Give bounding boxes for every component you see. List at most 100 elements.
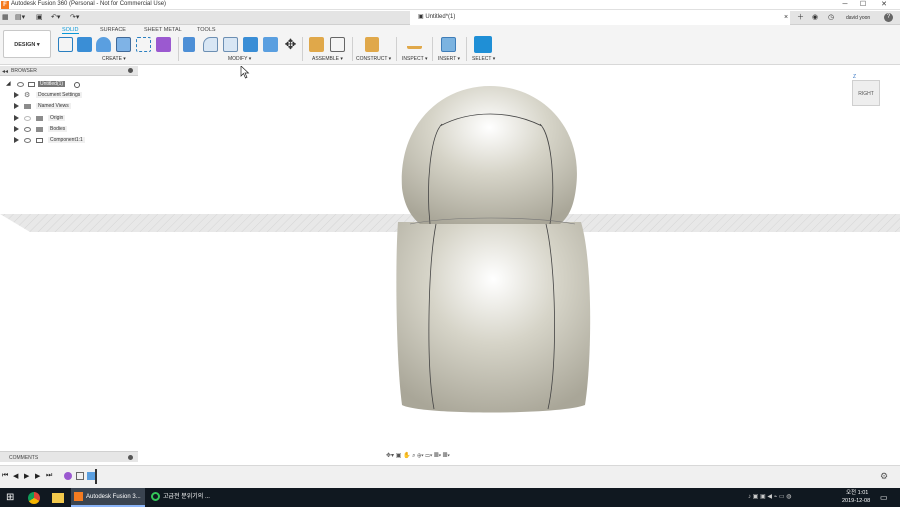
tab-tools[interactable]: TOOLS [197, 27, 216, 33]
select-menu[interactable]: SELECT ▾ [472, 56, 495, 62]
timeline-settings-icon[interactable]: ⚙ [880, 471, 888, 482]
step-back-button[interactable]: ◀ [13, 472, 18, 480]
inspect-menu[interactable]: INSPECT ▾ [402, 56, 427, 62]
timeline-form-icon[interactable] [64, 472, 72, 480]
mouse-cursor [240, 66, 250, 79]
expand-arrow-icon[interactable] [14, 126, 19, 132]
grid-menu-icon[interactable]: ▦ [2, 13, 9, 23]
tab-sheet-metal[interactable]: SHEET METAL [144, 27, 182, 33]
viewcube[interactable]: RIGHT [852, 80, 880, 106]
visibility-icon[interactable] [24, 138, 31, 143]
modify-menu[interactable]: MODIFY ▾ [228, 56, 251, 62]
chamfer-icon[interactable] [223, 37, 238, 52]
move-icon[interactable]: ✥ [283, 37, 298, 52]
measure-icon[interactable] [407, 39, 422, 49]
insert-menu[interactable]: INSERT ▾ [438, 56, 460, 62]
viewport-canvas[interactable] [0, 66, 900, 451]
assemble-menu[interactable]: ASSEMBLE ▾ [312, 56, 343, 62]
browser-pin-icon[interactable] [128, 68, 133, 73]
expand-arrow-icon[interactable] [14, 115, 19, 121]
timeline-feature-icon[interactable] [87, 472, 95, 480]
start-button[interactable]: ⊞ [6, 488, 14, 507]
browser-item-component1[interactable]: Component1:1 [14, 136, 134, 146]
expand-arrow-icon[interactable] [14, 103, 19, 109]
file-explorer-icon[interactable] [52, 493, 64, 503]
extensions-icon[interactable]: ◉ [812, 13, 818, 23]
save-icon[interactable]: ▣ [36, 13, 43, 23]
help-icon[interactable]: ? [884, 13, 893, 22]
taskbar-app-fusion[interactable]: Autodesk Fusion 3... [71, 488, 145, 507]
notification-icon[interactable]: ▭ [880, 488, 888, 507]
offset-plane-icon[interactable] [365, 37, 379, 52]
construct-menu[interactable]: CONSTRUCT ▾ [356, 56, 391, 62]
undo-icon[interactable]: ↶▾ [51, 13, 60, 23]
browser-item-named-views[interactable]: Named Views [14, 102, 134, 112]
go-to-end-button[interactable]: ⏭ [46, 472, 52, 480]
visibility-icon[interactable] [24, 116, 31, 121]
minimize-button[interactable]: ─ [835, 0, 855, 10]
timeline-marker[interactable] [95, 469, 97, 484]
insert-image-icon[interactable] [441, 37, 456, 52]
shell-icon[interactable] [243, 37, 258, 52]
gear-icon: ⚙ [24, 92, 31, 99]
visibility-icon[interactable] [24, 127, 31, 132]
document-tab-bar [410, 11, 790, 25]
visibility-icon[interactable] [17, 82, 24, 87]
windows-taskbar: ⊞ Autodesk Fusion 3... 고급전 분위기의 ... ♪ ▣ … [0, 488, 900, 507]
play-button[interactable]: ▶ [24, 472, 29, 480]
fusion-logo-icon: F [1, 1, 9, 9]
close-button[interactable]: ✕ [874, 0, 894, 10]
expand-arrow-icon[interactable] [14, 137, 19, 143]
comments-add-icon[interactable] [128, 455, 133, 460]
extrude-icon[interactable] [77, 37, 92, 52]
timeline-bar: ⏮ ◀ ▶ ▶ ⏭ ⚙ [0, 465, 900, 488]
joint-icon[interactable] [330, 37, 345, 52]
browser-panel-header: ◂◂ BROWSER [0, 66, 138, 76]
model-body[interactable] [396, 86, 591, 413]
browser-title: BROWSER [11, 68, 37, 74]
press-pull-icon[interactable] [183, 37, 195, 52]
select-icon[interactable] [474, 36, 492, 53]
revolve-icon[interactable] [96, 37, 111, 52]
job-status-icon[interactable]: ◷ [828, 13, 834, 23]
taskbar-app-label: 고급전 분위기의 ... [163, 494, 210, 500]
browser-item-bodies[interactable]: Bodies [14, 125, 134, 135]
create-sketch-icon[interactable] [58, 37, 73, 52]
pattern-icon[interactable] [136, 37, 151, 52]
create-form-icon[interactable] [156, 37, 171, 52]
tab-solid[interactable]: SOLID [62, 27, 79, 34]
chrome-icon[interactable] [28, 492, 40, 504]
hole-icon[interactable] [116, 37, 131, 52]
fillet-icon[interactable] [203, 37, 218, 52]
redo-icon[interactable]: ↷▾ [70, 13, 79, 23]
expand-arrow-icon[interactable] [14, 92, 19, 98]
tab-surface[interactable]: SURFACE [100, 27, 126, 33]
maximize-button[interactable]: ☐ [853, 0, 873, 10]
step-forward-button[interactable]: ▶ [35, 472, 40, 480]
workspace-switcher[interactable]: DESIGN ▾ [3, 30, 51, 58]
fusion-app-icon [74, 491, 83, 501]
tree-label: Document Settings [36, 92, 83, 98]
collapse-icon[interactable]: ◂◂ [2, 68, 8, 75]
navigation-toolbar[interactable]: ✥▾ ▣ ✋ ⌕ ⊕▾ ▭▾ ▦▾ ▦▾ [386, 452, 502, 462]
expand-icon[interactable]: ◢ [6, 80, 11, 87]
activate-icon[interactable] [74, 82, 80, 88]
browser-item-document-settings[interactable]: ⚙ Document Settings [14, 91, 134, 101]
timeline-sketch-icon[interactable] [76, 472, 84, 480]
file-menu-icon[interactable]: ▤▾ [15, 13, 25, 23]
system-tray-icons[interactable]: ♪ ▣ ▣ ◀ ⌁ ▭ ◍ [748, 488, 791, 507]
comments-panel: COMMENTS [0, 451, 138, 462]
new-component-icon[interactable] [309, 37, 324, 52]
combine-icon[interactable] [263, 37, 278, 52]
browser-root[interactable]: ◢ Untitled(1) [6, 80, 136, 90]
document-tab[interactable]: ▣ Untitled*(1) [418, 13, 455, 20]
navigation-icons[interactable]: ✥▾ ▣ ✋ ⌕ ⊕▾ ▭▾ ▦▾ ▦▾ [386, 453, 450, 459]
go-to-start-button[interactable]: ⏮ [2, 472, 8, 480]
user-account[interactable]: david yoon [846, 13, 870, 23]
create-menu[interactable]: CREATE ▾ [102, 56, 126, 62]
taskbar-app-2[interactable]: 고급전 분위기의 ... [148, 488, 222, 507]
browser-item-origin[interactable]: Origin [14, 114, 134, 124]
tab-close-button[interactable]: × [784, 13, 788, 23]
new-tab-icon[interactable]: ＋ [797, 13, 804, 23]
clock-date[interactable]: 2019-12-08 [842, 492, 870, 507]
